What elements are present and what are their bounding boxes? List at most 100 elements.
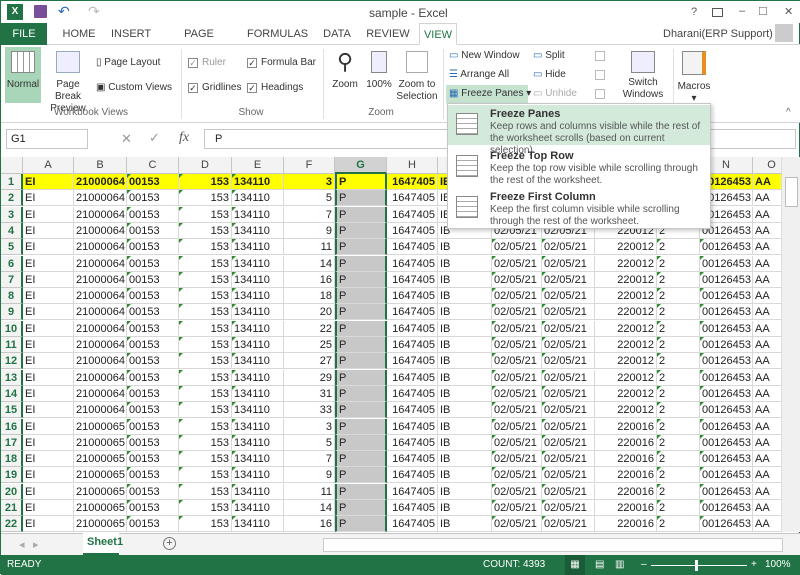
- cell-L12[interactable]: 220012: [595, 353, 657, 370]
- cell-M18[interactable]: 2: [657, 451, 700, 468]
- cell-N11[interactable]: 00126453: [700, 337, 753, 353]
- insert-function-button[interactable]: fx: [179, 130, 189, 146]
- cell-A19[interactable]: EI: [23, 467, 74, 484]
- cell-L13[interactable]: 220012: [595, 369, 657, 386]
- cell-F19[interactable]: 9: [284, 467, 335, 484]
- column-header-H[interactable]: H: [387, 157, 438, 174]
- cell-M14[interactable]: 2: [657, 385, 700, 402]
- cell-G20[interactable]: P: [335, 483, 387, 500]
- cell-M17[interactable]: 2: [657, 434, 700, 451]
- minimize-button[interactable]: –: [739, 5, 745, 17]
- cell-A22[interactable]: EI: [23, 516, 74, 532]
- horizontal-scrollbar[interactable]: [323, 538, 783, 552]
- cell-A12[interactable]: EI: [23, 353, 74, 370]
- cell-A4[interactable]: EI: [23, 222, 74, 239]
- cell-A14[interactable]: EI: [23, 385, 74, 402]
- cell-C12[interactable]: 00153: [127, 353, 179, 370]
- row-header-13[interactable]: 13: [1, 369, 23, 386]
- cell-C2[interactable]: 00153: [127, 190, 179, 207]
- cell-G6[interactable]: P: [335, 255, 387, 272]
- zoom-in-icon[interactable]: +: [751, 555, 757, 575]
- cell-H5[interactable]: 1647405: [387, 239, 438, 256]
- cell-B8[interactable]: 21000064: [74, 288, 127, 305]
- cell-J16[interactable]: 02/05/21: [492, 418, 542, 435]
- user-name[interactable]: Dharani(ERP Support): [663, 28, 773, 40]
- cell-H3[interactable]: 1647405: [387, 206, 438, 223]
- cell-H20[interactable]: 1647405: [387, 483, 438, 500]
- cell-N22[interactable]: 00126453: [700, 516, 753, 532]
- cell-B12[interactable]: 21000064: [74, 353, 127, 370]
- cell-B19[interactable]: 21000065: [74, 467, 127, 484]
- cell-K18[interactable]: 02/05/21: [542, 451, 595, 468]
- cell-H10[interactable]: 1647405: [387, 320, 438, 337]
- ruler-checkbox[interactable]: ✓ Ruler: [188, 54, 226, 72]
- cell-L14[interactable]: 220012: [595, 385, 657, 402]
- cell-N12[interactable]: 00126453: [700, 353, 753, 370]
- cell-G4[interactable]: P: [335, 222, 387, 239]
- cell-H11[interactable]: 1647405: [387, 337, 438, 353]
- cell-B22[interactable]: 21000065: [74, 516, 127, 532]
- cell-J21[interactable]: 02/05/21: [492, 500, 542, 516]
- cell-B1[interactable]: 21000064: [74, 174, 127, 190]
- cell-D11[interactable]: 153: [179, 337, 232, 353]
- zoom-button[interactable]: ⚲ Zoom: [328, 49, 362, 91]
- cell-L11[interactable]: 220012: [595, 337, 657, 353]
- cell-J9[interactable]: 02/05/21: [492, 304, 542, 321]
- row-header-1[interactable]: 1: [1, 174, 23, 190]
- cell-G11[interactable]: P: [335, 337, 387, 353]
- cell-D4[interactable]: 153: [179, 222, 232, 239]
- cell-A17[interactable]: EI: [23, 434, 74, 451]
- cell-C16[interactable]: 00153: [127, 418, 179, 435]
- cell-K19[interactable]: 02/05/21: [542, 467, 595, 484]
- cell-D8[interactable]: 153: [179, 288, 232, 305]
- row-header-17[interactable]: 17: [1, 434, 23, 451]
- row-header-22[interactable]: 22: [1, 516, 23, 532]
- cell-G19[interactable]: P: [335, 467, 387, 484]
- cell-C7[interactable]: 00153: [127, 271, 179, 288]
- headings-checkbox[interactable]: ✓ Headings: [247, 79, 303, 97]
- cell-N6[interactable]: 00126453: [700, 255, 753, 272]
- scroll-thumb[interactable]: [785, 177, 798, 207]
- cell-E19[interactable]: 134110: [232, 467, 284, 484]
- cell-D22[interactable]: 153: [179, 516, 232, 532]
- cell-J6[interactable]: 02/05/21: [492, 255, 542, 272]
- cell-D9[interactable]: 153: [179, 304, 232, 321]
- cell-D3[interactable]: 153: [179, 206, 232, 223]
- name-box[interactable]: G1: [6, 129, 88, 149]
- sync-scroll-icon[interactable]: [595, 70, 605, 80]
- page-break-preview-button[interactable]: Page Break Preview: [43, 47, 93, 115]
- cell-F16[interactable]: 3: [284, 418, 335, 435]
- row-header-7[interactable]: 7: [1, 271, 23, 288]
- cell-L10[interactable]: 220012: [595, 320, 657, 337]
- cell-L7[interactable]: 220012: [595, 271, 657, 288]
- ribbon-display-icon[interactable]: [712, 8, 723, 17]
- cell-L6[interactable]: 220012: [595, 255, 657, 272]
- cell-O21[interactable]: AA: [753, 500, 781, 516]
- cell-O16[interactable]: AA: [753, 419, 781, 435]
- cell-E9[interactable]: 134110: [232, 304, 284, 321]
- cell-G22[interactable]: P: [335, 516, 387, 532]
- row-header-9[interactable]: 9: [1, 304, 23, 321]
- cell-G14[interactable]: P: [335, 385, 387, 402]
- cell-B2[interactable]: 21000064: [74, 190, 127, 207]
- cell-H13[interactable]: 1647405: [387, 369, 438, 386]
- cell-B18[interactable]: 21000065: [74, 451, 127, 468]
- cell-L16[interactable]: 220016: [595, 418, 657, 435]
- cell-J13[interactable]: 02/05/21: [492, 369, 542, 386]
- cell-D10[interactable]: 153: [179, 320, 232, 337]
- cell-G5[interactable]: P: [335, 239, 387, 256]
- cell-N21[interactable]: 00126453: [700, 500, 753, 516]
- switch-windows-button[interactable]: Switch Windows: [615, 49, 671, 101]
- cell-H22[interactable]: 1647405: [387, 516, 438, 532]
- cell-J20[interactable]: 02/05/21: [492, 483, 542, 500]
- cell-N7[interactable]: 00126453: [700, 271, 753, 288]
- row-header-8[interactable]: 8: [1, 288, 23, 305]
- cell-F12[interactable]: 27: [284, 353, 335, 370]
- cell-N20[interactable]: 00126453: [700, 483, 753, 500]
- zoom-slider-thumb[interactable]: [695, 560, 698, 571]
- cell-O6[interactable]: AA: [753, 256, 781, 272]
- column-header-O[interactable]: O: [753, 157, 781, 174]
- cell-H4[interactable]: 1647405: [387, 222, 438, 239]
- cell-O20[interactable]: AA: [753, 484, 781, 500]
- cell-E15[interactable]: 134110: [232, 402, 284, 419]
